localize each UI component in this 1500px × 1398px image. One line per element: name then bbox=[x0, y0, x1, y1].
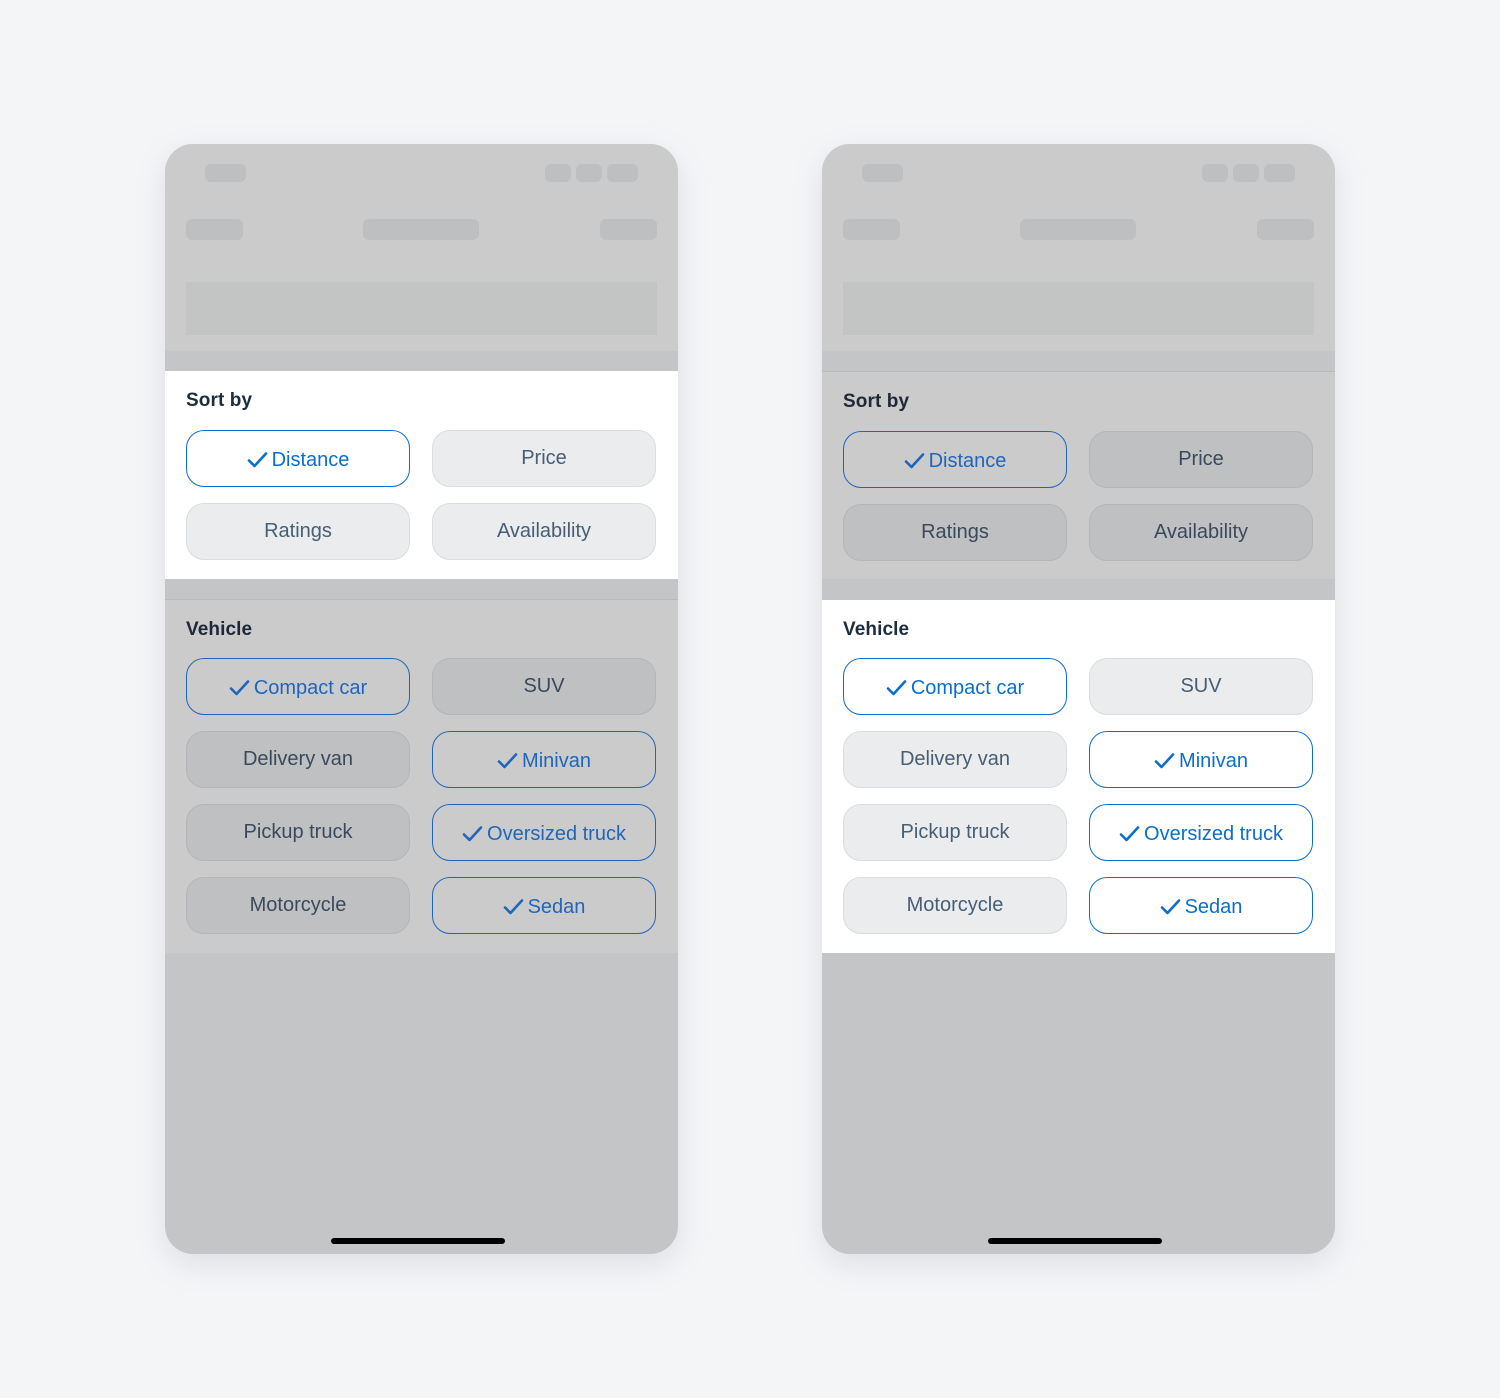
check-icon bbox=[229, 679, 250, 697]
nav-title-placeholder bbox=[1020, 219, 1136, 240]
status-battery-placeholder bbox=[1264, 164, 1295, 182]
chip-label: Sedan bbox=[527, 895, 586, 918]
chip-label: Availability bbox=[1153, 521, 1249, 543]
chip-ratings[interactable]: Ratings bbox=[843, 504, 1067, 561]
section-separator bbox=[165, 579, 678, 600]
vehicle-title: Vehicle bbox=[186, 619, 253, 640]
chip-label: Pickup truck bbox=[900, 821, 1010, 843]
chip-label: Price bbox=[521, 447, 567, 469]
dimmed-header bbox=[822, 144, 1335, 351]
search-bar-placeholder bbox=[186, 282, 657, 335]
chip-label: SUV bbox=[523, 675, 565, 697]
chip-oversized-truck[interactable]: Oversized truck bbox=[1089, 804, 1313, 861]
chip-label: Delivery van bbox=[899, 748, 1011, 770]
chip-label: Motorcycle bbox=[906, 894, 1004, 916]
chip-delivery-van[interactable]: Delivery van bbox=[186, 731, 410, 788]
chip-label: Availability bbox=[496, 520, 592, 542]
chip-label: Compact car bbox=[910, 676, 1025, 699]
chip-oversized-truck[interactable]: Oversized truck bbox=[432, 804, 656, 861]
vehicle-section: Vehicle Compact car SUV Delivery van Min… bbox=[822, 600, 1335, 953]
chip-minivan[interactable]: Minivan bbox=[1089, 731, 1313, 788]
chip-availability[interactable]: Availability bbox=[1089, 504, 1313, 561]
search-bar-placeholder bbox=[843, 282, 1314, 335]
chip-label: SUV bbox=[1180, 675, 1222, 697]
chip-pickup-truck[interactable]: Pickup truck bbox=[186, 804, 410, 861]
check-icon bbox=[462, 825, 483, 843]
chip-suv[interactable]: SUV bbox=[432, 658, 656, 715]
sort-by-section: Sort by Distance Price Ratings Availabil… bbox=[165, 371, 678, 579]
sort-by-title: Sort by bbox=[186, 390, 253, 411]
chip-compact-car[interactable]: Compact car bbox=[843, 658, 1067, 715]
chip-label: Motorcycle bbox=[249, 894, 347, 916]
nav-action-placeholder bbox=[600, 219, 657, 240]
chip-motorcycle[interactable]: Motorcycle bbox=[186, 877, 410, 934]
home-indicator bbox=[988, 1238, 1162, 1244]
home-indicator bbox=[331, 1238, 505, 1244]
vehicle-section: Vehicle Compact car SUV Delivery van Min… bbox=[165, 600, 678, 953]
chip-compact-car[interactable]: Compact car bbox=[186, 658, 410, 715]
section-separator bbox=[822, 579, 1335, 600]
chip-pickup-truck[interactable]: Pickup truck bbox=[843, 804, 1067, 861]
status-wifi-placeholder bbox=[1233, 164, 1259, 182]
chip-label: Pickup truck bbox=[243, 821, 353, 843]
check-icon bbox=[497, 752, 518, 770]
chip-delivery-van[interactable]: Delivery van bbox=[843, 731, 1067, 788]
check-icon bbox=[503, 898, 524, 916]
chip-label: Ratings bbox=[921, 521, 989, 543]
nav-action-placeholder bbox=[1257, 219, 1314, 240]
section-separator bbox=[822, 351, 1335, 371]
chip-price[interactable]: Price bbox=[432, 430, 656, 487]
chip-label: Ratings bbox=[264, 520, 332, 542]
chip-label: Price bbox=[1178, 448, 1224, 470]
check-icon bbox=[1119, 825, 1140, 843]
chip-label: Oversized truck bbox=[1144, 822, 1283, 845]
phone-mockup-vehicle-focused: Sort by Distance Price Ratings Availabil… bbox=[822, 144, 1335, 1254]
check-icon bbox=[886, 679, 907, 697]
sort-by-title: Sort by bbox=[843, 391, 910, 412]
chip-suv[interactable]: SUV bbox=[1089, 658, 1313, 715]
chip-sedan[interactable]: Sedan bbox=[432, 877, 656, 934]
chip-ratings[interactable]: Ratings bbox=[186, 503, 410, 560]
dimmed-header bbox=[165, 144, 678, 351]
chip-distance[interactable]: Distance bbox=[186, 430, 410, 487]
chip-sedan[interactable]: Sedan bbox=[1089, 877, 1313, 934]
chip-label: Distance bbox=[928, 449, 1007, 472]
status-battery-placeholder bbox=[607, 164, 638, 182]
chip-label: Distance bbox=[271, 448, 350, 471]
phone-mockup-sort-focused: Sort by Distance Price Ratings Availabil… bbox=[165, 144, 678, 1254]
status-time-placeholder bbox=[862, 164, 903, 182]
sort-by-section: Sort by Distance Price Ratings Availabil… bbox=[822, 371, 1335, 579]
status-wifi-placeholder bbox=[576, 164, 602, 182]
chip-distance[interactable]: Distance bbox=[843, 431, 1067, 488]
chip-minivan[interactable]: Minivan bbox=[432, 731, 656, 788]
nav-title-placeholder bbox=[363, 219, 479, 240]
chip-label: Minivan bbox=[522, 749, 591, 772]
chip-label: Compact car bbox=[253, 676, 368, 699]
status-signal-placeholder bbox=[1202, 164, 1228, 182]
chip-motorcycle[interactable]: Motorcycle bbox=[843, 877, 1067, 934]
chip-price[interactable]: Price bbox=[1089, 431, 1313, 488]
status-signal-placeholder bbox=[545, 164, 571, 182]
chip-label: Oversized truck bbox=[487, 822, 626, 845]
vehicle-title: Vehicle bbox=[843, 619, 910, 640]
check-icon bbox=[1160, 898, 1181, 916]
chip-availability[interactable]: Availability bbox=[432, 503, 656, 560]
nav-back-placeholder bbox=[186, 219, 243, 240]
chip-label: Sedan bbox=[1184, 895, 1243, 918]
chip-label: Delivery van bbox=[242, 748, 354, 770]
check-icon bbox=[904, 452, 925, 470]
check-icon bbox=[1154, 752, 1175, 770]
chip-label: Minivan bbox=[1179, 749, 1248, 772]
nav-back-placeholder bbox=[843, 219, 900, 240]
status-time-placeholder bbox=[205, 164, 246, 182]
check-icon bbox=[247, 451, 268, 469]
section-separator bbox=[165, 351, 678, 371]
